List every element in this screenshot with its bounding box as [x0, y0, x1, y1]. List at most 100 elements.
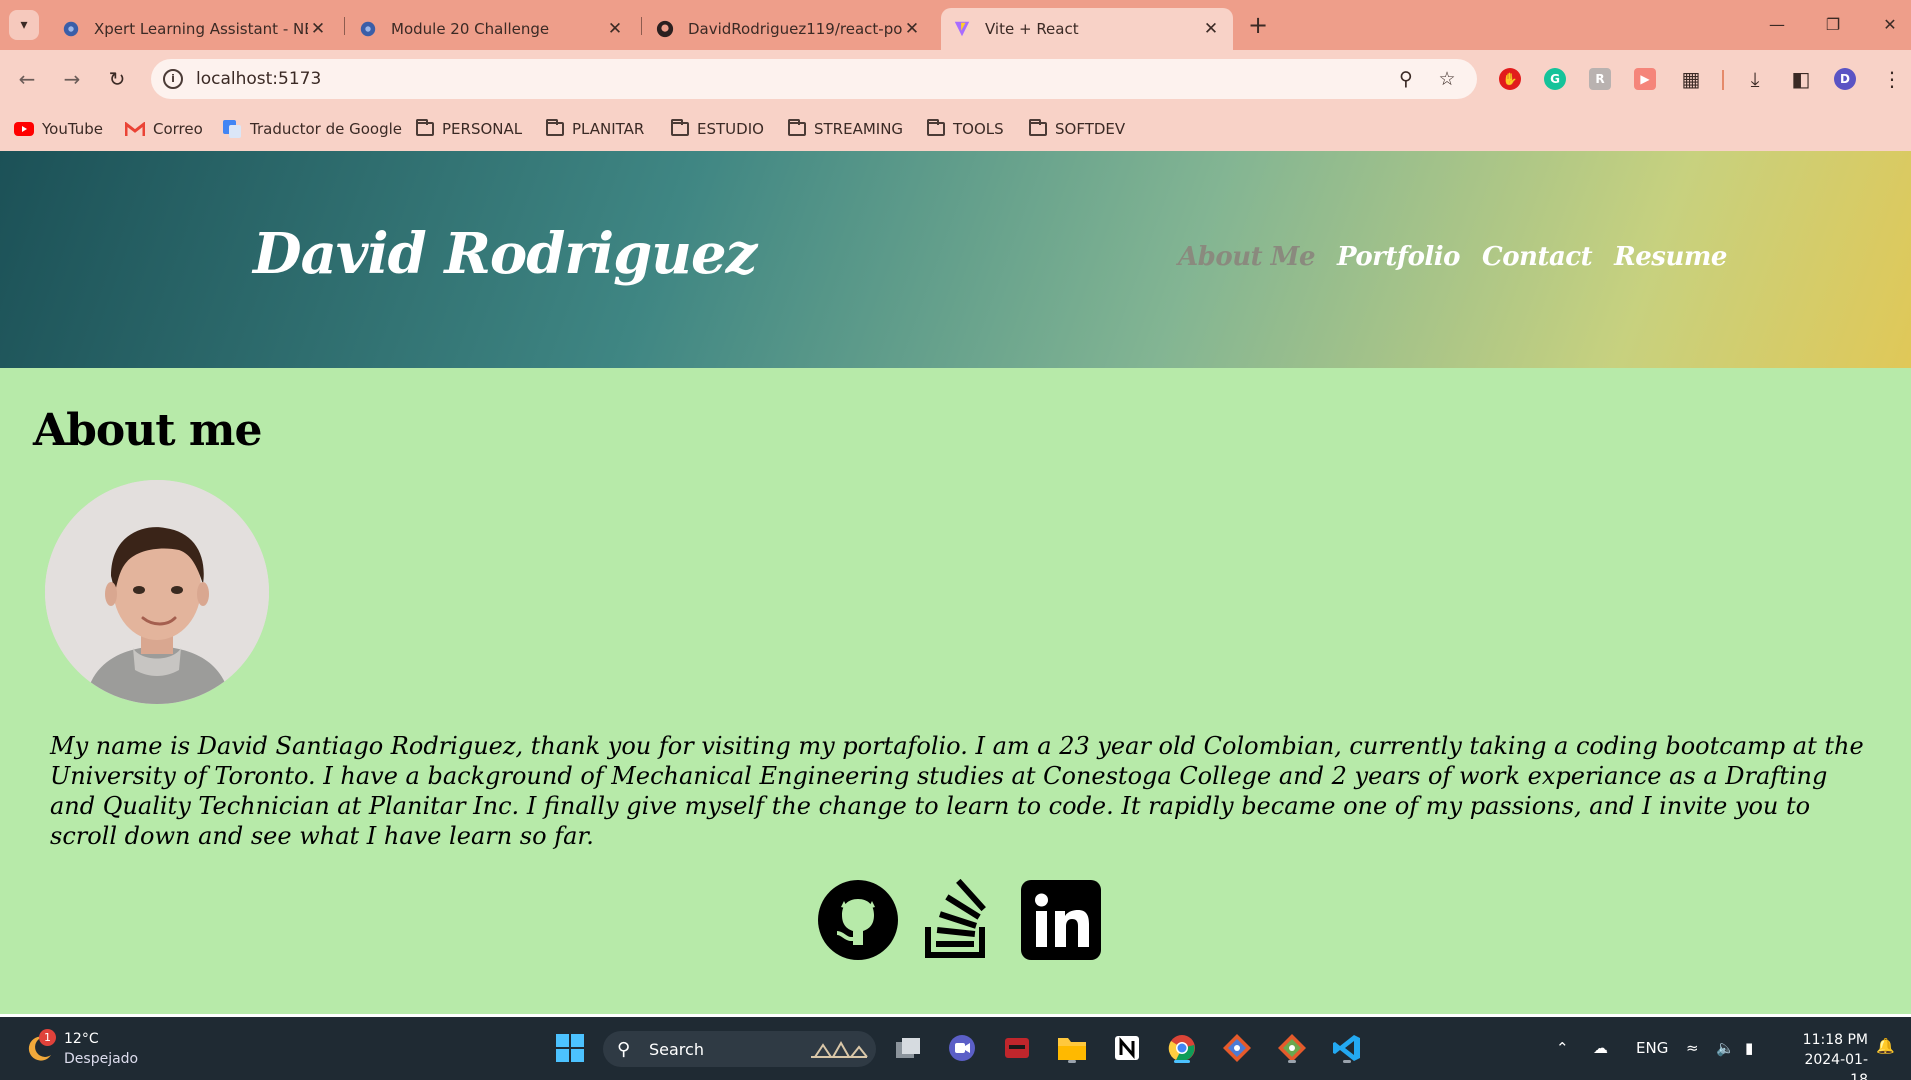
search-icon: ⚲ — [617, 1039, 631, 1060]
folder-icon — [788, 119, 806, 136]
restore-icon[interactable]: ❐ — [1819, 12, 1847, 38]
tab-search-button[interactable]: ▾ — [9, 10, 39, 40]
reload-icon[interactable]: ↻ — [102, 64, 132, 94]
wifi-icon[interactable]: ≈ — [1686, 1039, 1699, 1057]
tab-xpert[interactable]: Xpert Learning Assistant - NEW ✕ — [50, 8, 340, 50]
extensions-puzzle-icon[interactable]: ▦ — [1679, 67, 1703, 91]
file-explorer-icon[interactable] — [1054, 1030, 1090, 1066]
bookmark-label: YouTube — [42, 120, 103, 138]
search-highlight-icon — [811, 1040, 868, 1058]
bookmark-folder-tools[interactable]: TOOLS — [927, 117, 1004, 141]
running-indicator — [1288, 1060, 1296, 1063]
volume-icon[interactable]: 🔈 — [1716, 1039, 1735, 1057]
url-text[interactable]: localhost:5173 — [196, 69, 321, 89]
running-indicator — [1343, 1060, 1351, 1063]
grammarly-extension-icon[interactable]: G — [1544, 68, 1566, 90]
nav-resume[interactable]: Resume — [1614, 242, 1727, 272]
onedrive-icon[interactable]: ☁ — [1593, 1039, 1608, 1057]
bookmark-traductor[interactable]: Traductor de Google — [222, 117, 402, 141]
tab-vite-react[interactable]: Vite + React ✕ — [941, 8, 1233, 50]
github-icon — [656, 20, 674, 38]
diamond-glyph — [1223, 1034, 1251, 1062]
back-icon[interactable]: ← — [12, 64, 42, 94]
bookmark-label: PLANITAR — [572, 120, 645, 138]
meet-glyph — [949, 1035, 975, 1061]
site-name: David Rodriguez — [253, 221, 757, 287]
vite-icon — [954, 21, 970, 37]
vscode-icon[interactable] — [1329, 1030, 1365, 1066]
task-view-glyph — [896, 1038, 920, 1058]
tab-github-repo[interactable]: DavidRodriguez119/react-portf ✕ — [644, 8, 934, 50]
bookmark-folder-estudio[interactable]: ESTUDIO — [671, 117, 764, 141]
weather-temperature[interactable]: 12°C — [64, 1031, 99, 1047]
taskbar-search[interactable]: ⚲ Search — [603, 1031, 876, 1067]
bookmark-folder-personal[interactable]: PERSONAL — [416, 117, 522, 141]
bookmark-youtube[interactable]: YouTube — [14, 117, 103, 141]
tray-chevron-up-icon[interactable]: ⌃ — [1556, 1039, 1569, 1057]
folder-icon — [927, 119, 945, 136]
github-icon[interactable] — [817, 879, 899, 961]
git-app-icon-2[interactable] — [1274, 1030, 1310, 1066]
windows-start-icon[interactable] — [552, 1030, 588, 1066]
bookmark-label: SOFTDEV — [1055, 120, 1126, 138]
site-header: David Rodriguez About Me Portfolio Conta… — [0, 151, 1911, 368]
tab-separator — [641, 17, 642, 35]
git-app-icon[interactable] — [1219, 1030, 1255, 1066]
battery-icon[interactable]: ▮ — [1745, 1039, 1753, 1057]
bookmark-label: TOOLS — [953, 120, 1004, 138]
running-indicator — [1068, 1060, 1076, 1063]
site-nav: About Me Portfolio Contact Resume — [1178, 242, 1727, 272]
nav-contact[interactable]: Contact — [1482, 242, 1593, 272]
screen-recorder-extension-icon[interactable]: ▶ — [1634, 68, 1656, 90]
system-clock[interactable]: 11:18 PM 2024-01-18 — [1788, 1030, 1868, 1080]
profile-avatar[interactable]: D — [1834, 68, 1856, 90]
linkedin-icon[interactable] — [1020, 879, 1102, 961]
bookmark-folder-streaming[interactable]: STREAMING — [788, 117, 903, 141]
download-icon[interactable]: ⤓ — [1743, 67, 1767, 91]
nav-about-me[interactable]: About Me — [1178, 242, 1315, 272]
close-window-icon[interactable]: ✕ — [1876, 12, 1904, 38]
search-label: Search — [649, 1040, 704, 1059]
bookmark-correo[interactable]: Correo — [125, 117, 203, 141]
notion-icon[interactable] — [1109, 1030, 1145, 1066]
close-icon[interactable]: ✕ — [902, 19, 922, 39]
notification-bell-icon[interactable]: 🔔 — [1876, 1037, 1895, 1055]
close-icon[interactable]: ✕ — [1201, 19, 1221, 39]
bookmarks-bar: YouTube Correo Traductor de Google PERSO… — [0, 108, 1911, 151]
task-view-icon[interactable] — [890, 1030, 926, 1066]
new-tab-button[interactable]: + — [1245, 12, 1271, 38]
tab-title: Vite + React — [985, 20, 1079, 38]
site-info-icon[interactable]: i — [163, 69, 183, 89]
extension-icon[interactable]: R — [1589, 68, 1611, 90]
address-bar[interactable]: i localhost:5173 ⚲ ☆ — [151, 59, 1477, 99]
language-indicator[interactable]: ENG — [1636, 1039, 1668, 1057]
bookmark-folder-planitar[interactable]: PLANITAR — [546, 117, 644, 141]
folder-icon — [671, 119, 689, 136]
forward-icon[interactable]: → — [57, 64, 87, 94]
game-app-icon[interactable] — [999, 1030, 1035, 1066]
tab-title: Module 20 Challenge — [391, 20, 550, 38]
folder-icon — [546, 119, 564, 136]
zoom-icon[interactable]: ⚲ — [1395, 68, 1417, 90]
bio-paragraph: My name is David Santiago Rodriguez, tha… — [50, 732, 1864, 850]
bookmark-folder-softdev[interactable]: SOFTDEV — [1029, 117, 1125, 141]
linkedin-logo — [1021, 880, 1101, 960]
nav-portfolio[interactable]: Portfolio — [1337, 242, 1461, 272]
bookmark-label: Traductor de Google — [250, 120, 402, 138]
folder-glyph — [1058, 1038, 1086, 1060]
tab-title: Xpert Learning Assistant - NEW — [94, 20, 308, 38]
stackoverflow-icon[interactable] — [918, 878, 1000, 961]
adblock-extension-icon[interactable]: ✋ — [1499, 68, 1521, 90]
profile-photo — [45, 480, 269, 704]
teams-meet-icon[interactable] — [944, 1030, 980, 1066]
bookmark-star-icon[interactable]: ☆ — [1436, 68, 1458, 90]
weather-condition[interactable]: Despejado — [64, 1051, 138, 1067]
side-panel-icon[interactable]: ◧ — [1789, 67, 1813, 91]
chevron-down-icon: ▾ — [20, 17, 28, 33]
menu-kebab-icon[interactable]: ⋮ — [1880, 67, 1904, 91]
tab-module-20[interactable]: Module 20 Challenge ✕ — [347, 8, 637, 50]
minimize-icon[interactable]: — — [1763, 12, 1791, 38]
chrome-icon[interactable] — [1164, 1030, 1200, 1066]
close-icon[interactable]: ✕ — [308, 19, 328, 39]
close-icon[interactable]: ✕ — [605, 19, 625, 39]
